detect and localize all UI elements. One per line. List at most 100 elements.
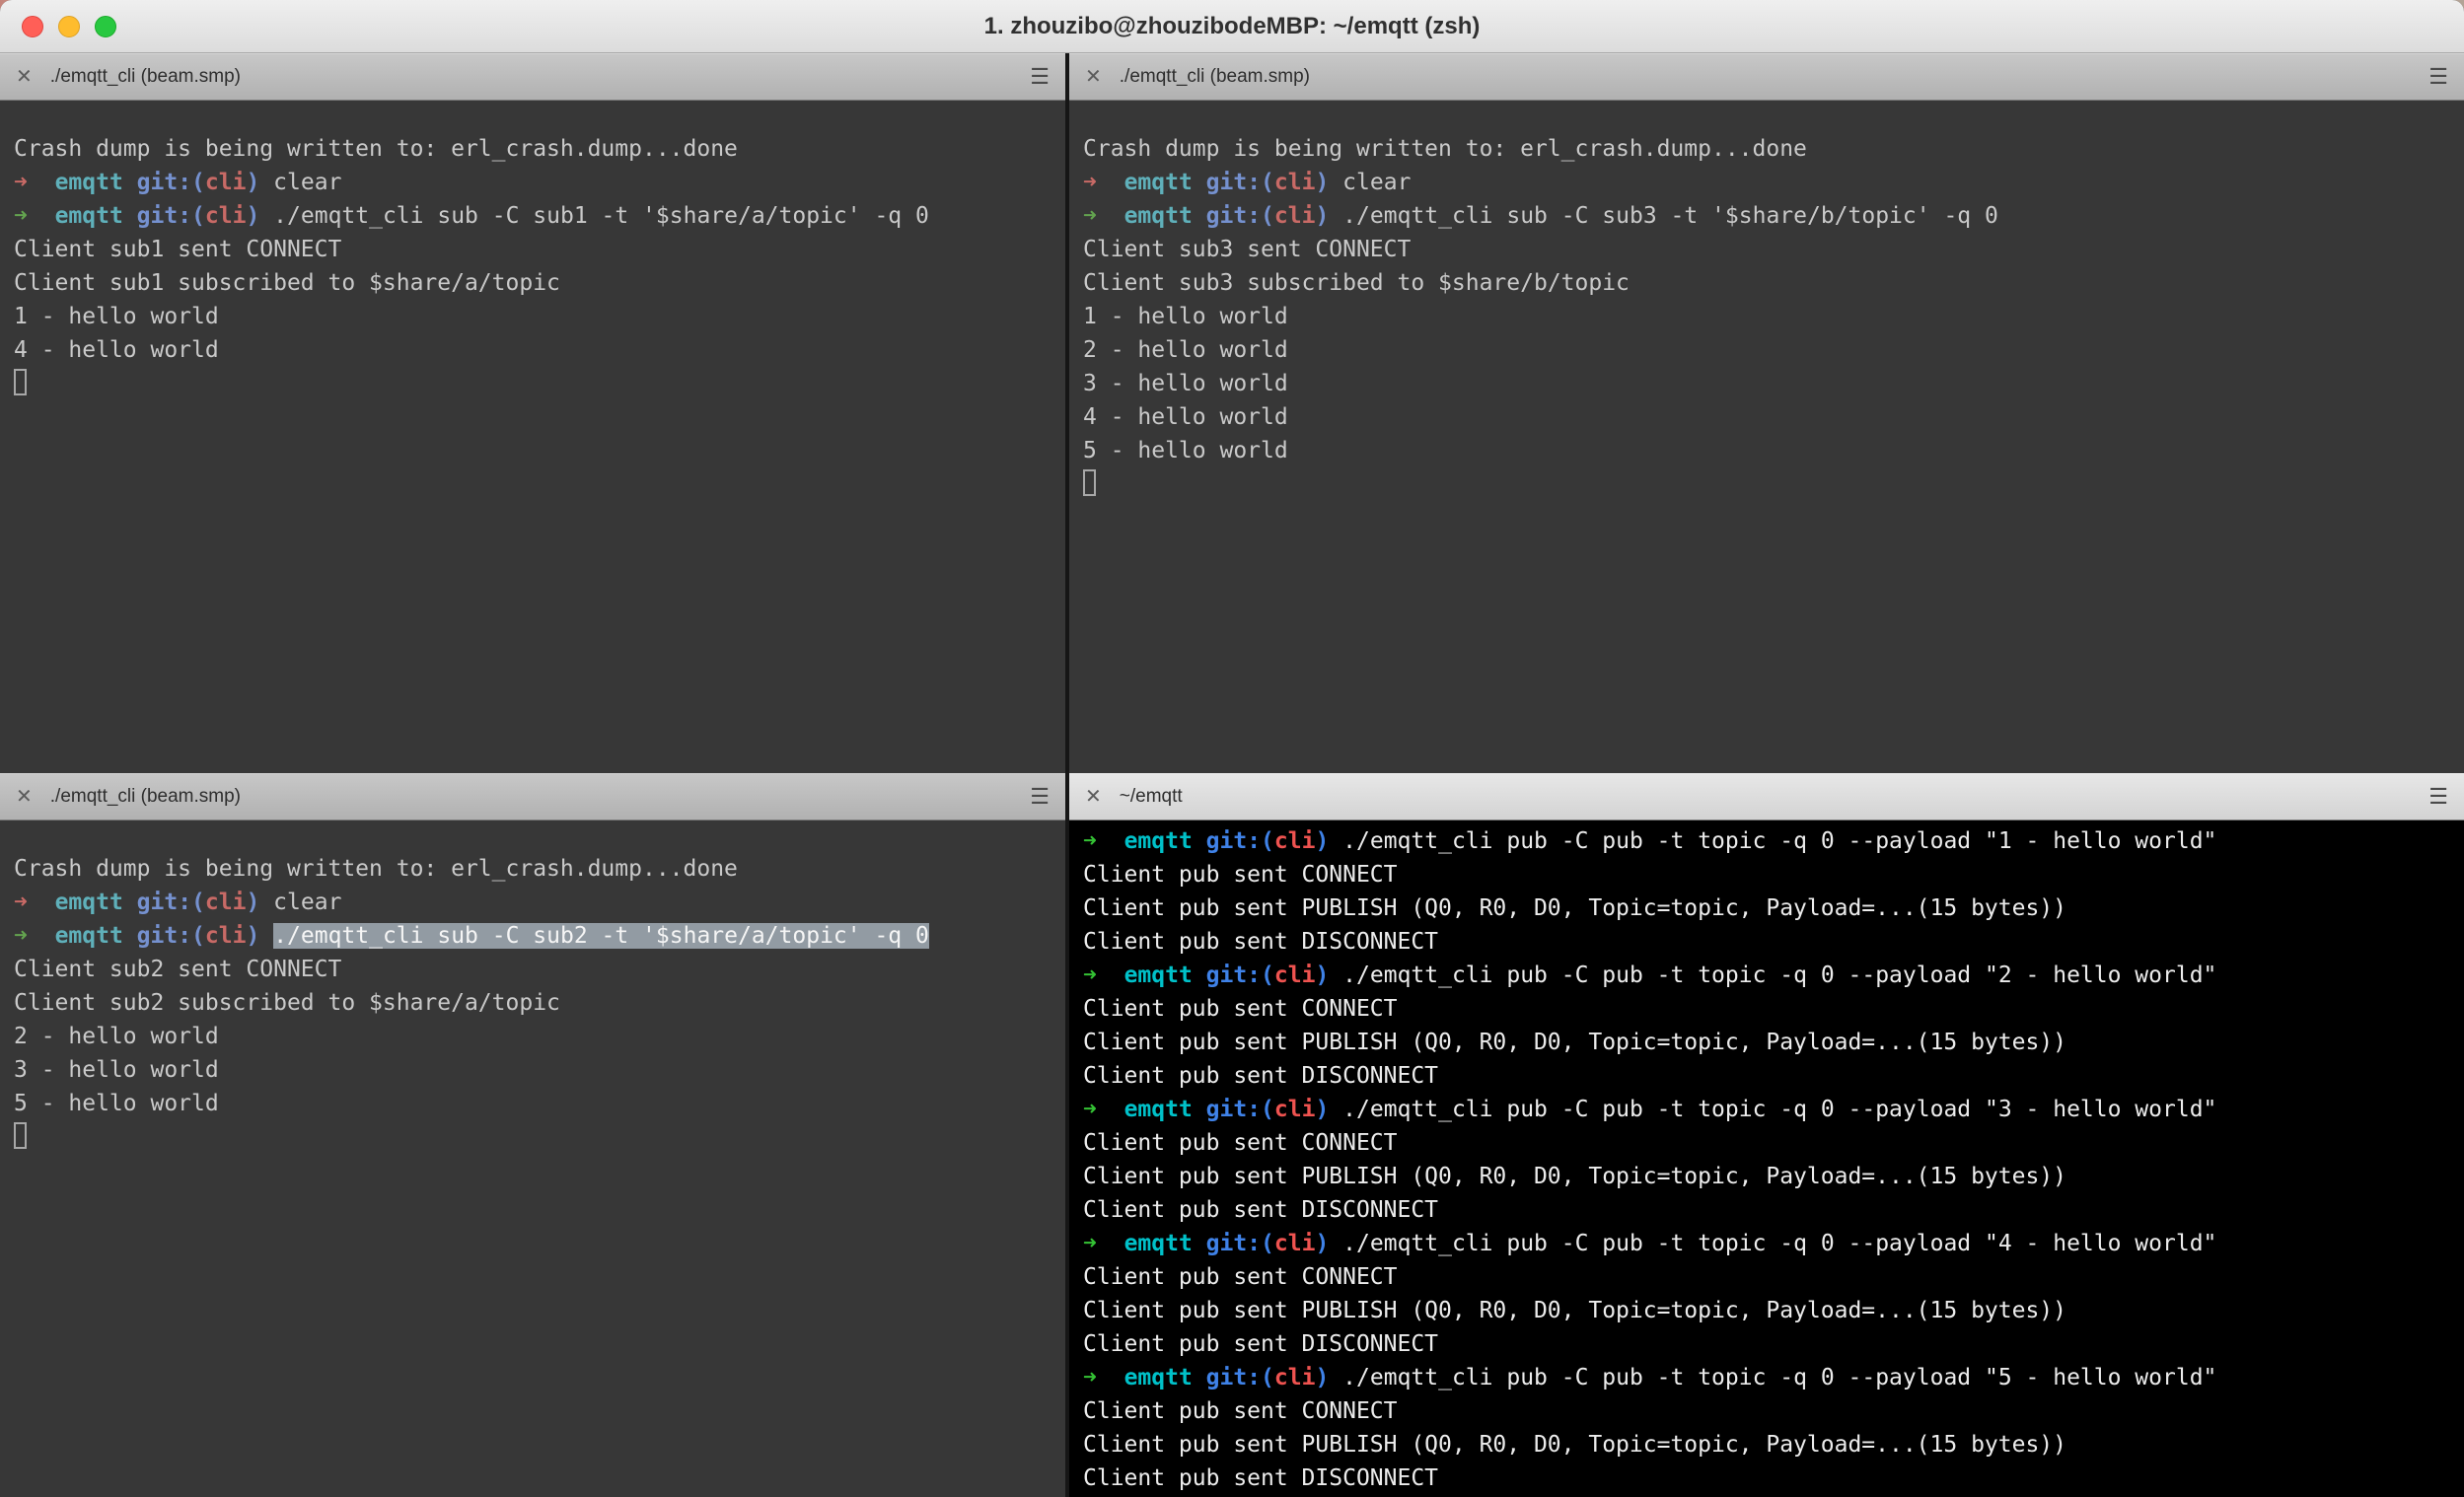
terminal-line: Crash dump is being written to: erl_cras… — [14, 852, 1055, 886]
terminal-line: ➜ emqtt git:(cli) ./emqtt_cli pub -C pub… — [1083, 824, 2454, 858]
terminal-line: ➜ emqtt git:(cli) ./emqtt_cli sub -C sub… — [14, 919, 1055, 953]
terminal-pane-top-right: ✕ ./emqtt_cli (beam.smp) ☰ Crash dump is… — [1069, 53, 2464, 773]
close-pane-icon[interactable]: ✕ — [16, 67, 33, 87]
prompt-arrow-icon: ➜ — [1083, 828, 1097, 854]
terminal-text-segment: 1 - hello world — [14, 304, 219, 329]
terminal-text-segment: emqtt — [55, 203, 123, 229]
terminal-line: Client pub sent CONNECT — [1083, 992, 2454, 1026]
close-pane-icon[interactable]: ✕ — [1085, 67, 1102, 87]
terminal-text-segment: Client sub3 subscribed to $share/b/topic — [1083, 270, 1630, 296]
terminal-text-segment: Client pub sent CONNECT — [1083, 1130, 1398, 1156]
terminal-text-segment: git:( — [137, 170, 205, 195]
pane-tab-bar: ✕ ./emqtt_cli (beam.smp) ☰ — [0, 53, 1065, 101]
terminal-text-segment: git:( — [137, 203, 205, 229]
terminal-pane-top-left: ✕ ./emqtt_cli (beam.smp) ☰ Crash dump is… — [0, 53, 1065, 773]
terminal-line: 3 - hello world — [14, 1053, 1055, 1087]
terminal-text-segment — [123, 890, 137, 915]
terminal-line: Client pub sent PUBLISH (Q0, R0, D0, Top… — [1083, 1160, 2454, 1193]
terminal-line — [1083, 467, 2454, 501]
terminal-text-segment: cli — [205, 170, 247, 195]
terminal-line — [14, 367, 1055, 400]
terminal-text-segment: cli — [205, 890, 247, 915]
terminal-line: Client pub sent DISCONNECT — [1083, 1059, 2454, 1093]
terminal-output[interactable]: Crash dump is being written to: erl_cras… — [1069, 101, 2464, 773]
terminal-text-segment: Client pub sent DISCONNECT — [1083, 1465, 1438, 1491]
terminal-text-segment: cli — [205, 203, 247, 229]
terminal-text-segment: ) — [1315, 1231, 1329, 1256]
terminal-line: ➜ emqtt git:(cli) ./emqtt_cli pub -C pub… — [1083, 1093, 2454, 1126]
terminal-text-segment: Client sub3 sent CONNECT — [1083, 237, 1411, 262]
terminal-text-segment: Client pub sent PUBLISH (Q0, R0, D0, Top… — [1083, 895, 2066, 921]
terminal-text-segment: 3 - hello world — [14, 1057, 219, 1083]
terminal-text-segment: ) — [246, 890, 259, 915]
terminal-line: ➜ emqtt git:(cli) ./emqtt_cli sub -C sub… — [14, 199, 1055, 233]
terminal-text-segment: clear — [259, 170, 341, 195]
prompt-arrow-icon: ➜ — [14, 170, 28, 195]
close-pane-icon[interactable]: ✕ — [16, 787, 33, 807]
terminal-window: 1. zhouzibo@zhouzibodeMBP: ~/emqtt (zsh)… — [0, 0, 2464, 1497]
terminal-text-segment: ) — [1315, 962, 1329, 988]
terminal-text-segment — [1097, 203, 1124, 229]
terminal-text-segment: ./emqtt_cli sub -C sub1 -t '$share/a/top… — [259, 203, 929, 229]
terminal-line: Client pub sent CONNECT — [1083, 1126, 2454, 1160]
terminal-text-segment: ) — [1315, 828, 1329, 854]
terminal-output[interactable]: Crash dump is being written to: erl_cras… — [0, 820, 1065, 1497]
terminal-text-segment — [1097, 1097, 1124, 1122]
terminal-text-segment — [1097, 1231, 1124, 1256]
terminal-line: 4 - hello world — [14, 333, 1055, 367]
terminal-text-segment: ) — [1315, 1365, 1329, 1390]
terminal-text-segment: clear — [1329, 170, 1411, 195]
terminal-text-segment: ) — [246, 203, 259, 229]
terminal-output[interactable]: Crash dump is being written to: erl_cras… — [0, 101, 1065, 773]
prompt-arrow-icon: ➜ — [1083, 962, 1097, 988]
terminal-text-segment: cli — [1274, 203, 1316, 229]
terminal-text-segment: git:( — [1206, 962, 1274, 988]
terminal-text-segment: emqtt — [55, 170, 123, 195]
terminal-text-segment: git:( — [1206, 828, 1274, 854]
terminal-text-segment: Crash dump is being written to: erl_cras… — [1083, 136, 1807, 162]
terminal-text-segment: git:( — [1206, 203, 1274, 229]
terminal-text-segment: cli — [1274, 962, 1316, 988]
terminal-text-segment — [1193, 1097, 1206, 1122]
terminal-line: Client sub2 subscribed to $share/a/topic — [14, 986, 1055, 1020]
terminal-text-segment — [1193, 203, 1206, 229]
terminal-text-segment: ./emqtt_cli pub -C pub -t topic -q 0 --p… — [1329, 1365, 2216, 1390]
terminal-text-segment: emqtt — [55, 923, 123, 949]
terminal-line: 1 - hello world — [14, 300, 1055, 333]
terminal-text-segment — [28, 203, 55, 229]
terminal-text-segment: cli — [1274, 1365, 1316, 1390]
prompt-arrow-icon: ➜ — [1083, 1365, 1097, 1390]
terminal-text-segment: emqtt — [1124, 1231, 1193, 1256]
terminal-text-segment: Client pub sent DISCONNECT — [1083, 1197, 1438, 1223]
terminal-text-segment: git:( — [137, 890, 205, 915]
terminal-text-segment — [123, 203, 137, 229]
pane-grid: ✕ ./emqtt_cli (beam.smp) ☰ Crash dump is… — [0, 53, 2464, 1497]
terminal-text-segment: git:( — [137, 923, 205, 949]
terminal-text-segment: git:( — [1206, 1097, 1274, 1122]
prompt-arrow-icon: ➜ — [1083, 170, 1097, 195]
terminal-line: Crash dump is being written to: erl_cras… — [14, 132, 1055, 166]
close-pane-icon[interactable]: ✕ — [1085, 787, 1102, 807]
terminal-text-segment: 1 - hello world — [1083, 304, 1288, 329]
terminal-line: Client pub sent DISCONNECT — [1083, 1327, 2454, 1361]
terminal-text-segment: emqtt — [1124, 203, 1193, 229]
terminal-output[interactable]: ➜ emqtt git:(cli) ./emqtt_cli pub -C pub… — [1069, 820, 2464, 1497]
pane-menu-icon[interactable]: ☰ — [1030, 786, 1050, 808]
terminal-pane-bottom-right: ✕ ~/emqtt ☰ ➜ emqtt git:(cli) ./emqtt_cl… — [1069, 773, 2464, 1497]
terminal-text-segment: 3 - hello world — [1083, 371, 1288, 396]
terminal-line: Client pub sent CONNECT — [1083, 858, 2454, 891]
terminal-text-segment: emqtt — [55, 890, 123, 915]
terminal-text-segment: ./emqtt_cli pub -C pub -t topic -q 0 --p… — [1329, 962, 2216, 988]
terminal-cursor — [14, 1122, 27, 1149]
pane-menu-icon[interactable]: ☰ — [1030, 66, 1050, 88]
terminal-text-segment: cli — [1274, 170, 1316, 195]
prompt-arrow-icon: ➜ — [14, 890, 28, 915]
terminal-text-segment: 2 - hello world — [14, 1024, 219, 1049]
pane-menu-icon[interactable]: ☰ — [2428, 786, 2448, 808]
terminal-text-segment: Client pub sent DISCONNECT — [1083, 929, 1438, 955]
prompt-arrow-icon: ➜ — [1083, 203, 1097, 229]
prompt-arrow-icon: ➜ — [1083, 1231, 1097, 1256]
terminal-text-segment: git:( — [1206, 1365, 1274, 1390]
terminal-text-segment: 4 - hello world — [1083, 404, 1288, 430]
pane-menu-icon[interactable]: ☰ — [2428, 66, 2448, 88]
